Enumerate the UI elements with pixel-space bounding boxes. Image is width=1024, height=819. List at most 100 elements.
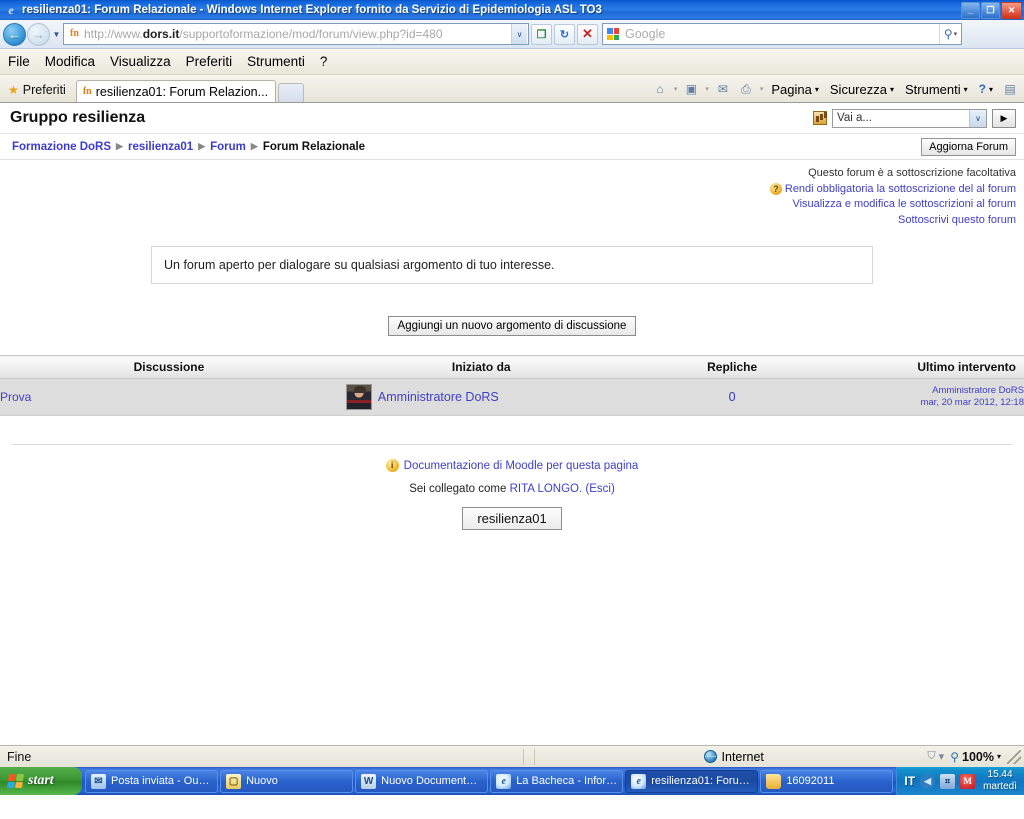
start-label: start [28,773,54,788]
jump-to-select[interactable]: Vai a... ∨ [832,108,987,128]
start-button[interactable]: start [0,767,82,795]
favorites-and-tab-bar: ★ Preferiti fn resilienza01: Forum Relaz… [0,75,1024,102]
help-icon[interactable]: ? [769,183,782,196]
breadcrumb-item-formazione-dors[interactable]: Formazione DoRS [12,141,111,153]
logout-link[interactable]: (Esci) [585,483,614,495]
mail-icon[interactable]: ✉ [713,80,733,98]
menu-item-help[interactable]: ? [320,54,328,69]
favorites-label: Preferiti [22,83,66,97]
recent-pages-dropdown-icon[interactable]: ▼ [50,30,63,39]
taskbar-item-bacheca[interactable]: e La Bacheca - Inform... [490,769,624,793]
breadcrumb-item-resilienza01[interactable]: resilienza01 [128,141,193,153]
subscribe-forum-link[interactable]: Sottoscrivi questo forum [0,213,1016,229]
command-page[interactable]: Pagina ▾ [767,82,823,97]
menu-item-strumenti[interactable]: Strumenti [247,54,305,69]
system-tray: IT ◀ ⌗ M 15.44 martedì [896,767,1024,795]
ie-icon: e [496,773,512,789]
view-edit-subscriptions-link[interactable]: Visualizza e modifica le sottoscrizioni … [0,197,1016,213]
moodle-docs-link[interactable]: Documentazione di Moodle per questa pagi… [404,460,639,472]
command-help[interactable]: ? ▾ [975,80,997,98]
add-topic-area: Aggiungi un nuovo argomento di discussio… [0,316,1024,336]
taskbar-item-label: 16092011 [786,775,835,787]
search-go-button[interactable]: ⚲ ▾ [939,24,961,44]
print-caret-icon[interactable]: ▾ [759,85,765,93]
browser-tab-forum[interactable]: fn resilienza01: Forum Relazion... [75,80,276,102]
stop-button[interactable]: ✕ [577,23,598,45]
jump-go-button[interactable]: ▶ [992,108,1016,128]
security-zone[interactable]: Internet [540,750,927,764]
forward-button[interactable]: → [27,22,50,46]
column-header-ultimo-intervento[interactable]: Ultimo intervento [839,355,1024,379]
show-hidden-icons-icon[interactable]: ◀ [920,773,936,789]
close-button[interactable]: ✕ [1001,1,1022,19]
taskbar-item-nuovo[interactable]: ▢ Nuovo [220,769,354,793]
last-post-author-link[interactable]: Amministratore DoRS [932,385,1024,396]
language-indicator[interactable]: IT [904,774,915,788]
author-link[interactable]: Amministratore DoRS [378,390,499,404]
taskbar-item-label: resilienza01: Forum ... [651,775,753,787]
zoom-icon: ⚲ [950,749,959,764]
clock-time: 15.44 [987,769,1013,780]
site-favicon-icon: fn [70,28,79,39]
protected-mode-indicator[interactable]: ⛉ ▾ [927,750,944,763]
back-button[interactable]: ← [3,22,26,46]
menu-item-modifica[interactable]: Modifica [45,54,95,69]
system-clock[interactable]: 15.44 martedì [980,769,1020,793]
search-icon: ⚲ [943,27,953,41]
compatibility-view-button[interactable]: ❐ [531,23,552,45]
outlook-icon: ✉ [91,773,106,789]
browser-status-bar: Fine Internet ⛉ ▾ ⚲ 100% ▾ [0,745,1024,767]
breadcrumb-item-forum[interactable]: Forum [210,141,246,153]
make-subscription-mandatory-link[interactable]: Rendi obbligatoria la sottoscrizione del… [785,182,1016,198]
breadcrumb-bar: Formazione DoRS ▶ resilienza01 ▶ Forum ▶… [0,134,1024,160]
taskbar-item-word-document[interactable]: W Nuovo Documento ... [355,769,489,793]
login-prefix: Sei collegato come [409,483,507,495]
command-tools[interactable]: Strumenti ▾ [901,82,972,97]
cell-last-post: Amministratore DoRS mar, 20 mar 2012, 12… [839,378,1024,416]
network-icon[interactable]: ⌗ [940,773,956,789]
minimize-button[interactable]: _ [961,1,980,19]
taskbar-item-resilienza-forum[interactable]: e resilienza01: Forum ... [625,769,759,793]
url-text: http://www.dors.it/supportoformazione/mo… [82,27,511,41]
mcafee-icon[interactable]: M [960,773,976,789]
zoom-level: 100% [962,749,994,764]
taskbar-item-folder-16092011[interactable]: 16092011 [760,769,894,793]
menu-item-visualizza[interactable]: Visualizza [110,54,171,69]
folder-icon [766,773,782,789]
favorites-button[interactable]: ★ Preferiti [6,83,74,102]
avatar[interactable] [345,384,372,410]
breadcrumb: Formazione DoRS ▶ resilienza01 ▶ Forum ▶… [12,141,921,153]
column-header-iniziato-da[interactable]: Iniziato da [337,355,625,379]
ie-icon: e [631,773,647,789]
discussion-link[interactable]: Prova [0,390,31,404]
window-controls: _ ❐ ✕ [961,1,1022,19]
course-home-button[interactable]: resilienza01 [462,507,562,530]
command-security[interactable]: Sicurezza ▾ [826,82,898,97]
logged-user-link[interactable]: RITA LONGO. [510,483,583,495]
home-caret-icon[interactable]: ▾ [673,85,679,93]
feeds-icon[interactable]: ▣ [681,80,701,98]
menu-item-preferiti[interactable]: Preferiti [186,54,233,69]
resize-grip[interactable] [1007,749,1021,764]
zoom-control[interactable]: ⚲ 100% ▾ [950,750,1007,764]
url-history-dropdown-icon[interactable]: ∨ [511,24,527,44]
search-placeholder: Google [625,27,666,41]
home-icon[interactable]: ⌂ [650,80,670,98]
taskbar-item-outlook[interactable]: ✉ Posta inviata - Outl... [85,769,219,793]
feeds-caret-icon[interactable]: ▾ [704,85,710,93]
author-wrapper: Amministratore DoRS [338,384,625,410]
refresh-button[interactable]: ↻ [554,23,575,45]
add-discussion-topic-button[interactable]: Aggiungi un nuovo argomento di discussio… [387,316,637,336]
update-forum-button[interactable]: Aggiorna Forum [921,137,1016,156]
maximize-button[interactable]: ❐ [981,1,1000,19]
search-input[interactable]: Google ⚲ ▾ [602,23,962,45]
new-tab-button[interactable] [277,83,304,102]
command-page-label: Pagina [771,81,812,97]
menu-item-file[interactable]: File [8,54,30,69]
print-icon[interactable]: ⎙ [736,80,756,98]
extra-toolbar-icon[interactable]: ▤ [1000,80,1020,98]
column-header-discussione[interactable]: Discussione [0,355,338,379]
column-header-repliche[interactable]: Repliche [624,355,840,379]
url-input[interactable]: fn http://www.dors.it/supportoformazione… [63,23,529,45]
subscription-block: Questo forum è a sottoscrizione facoltat… [0,160,1024,228]
